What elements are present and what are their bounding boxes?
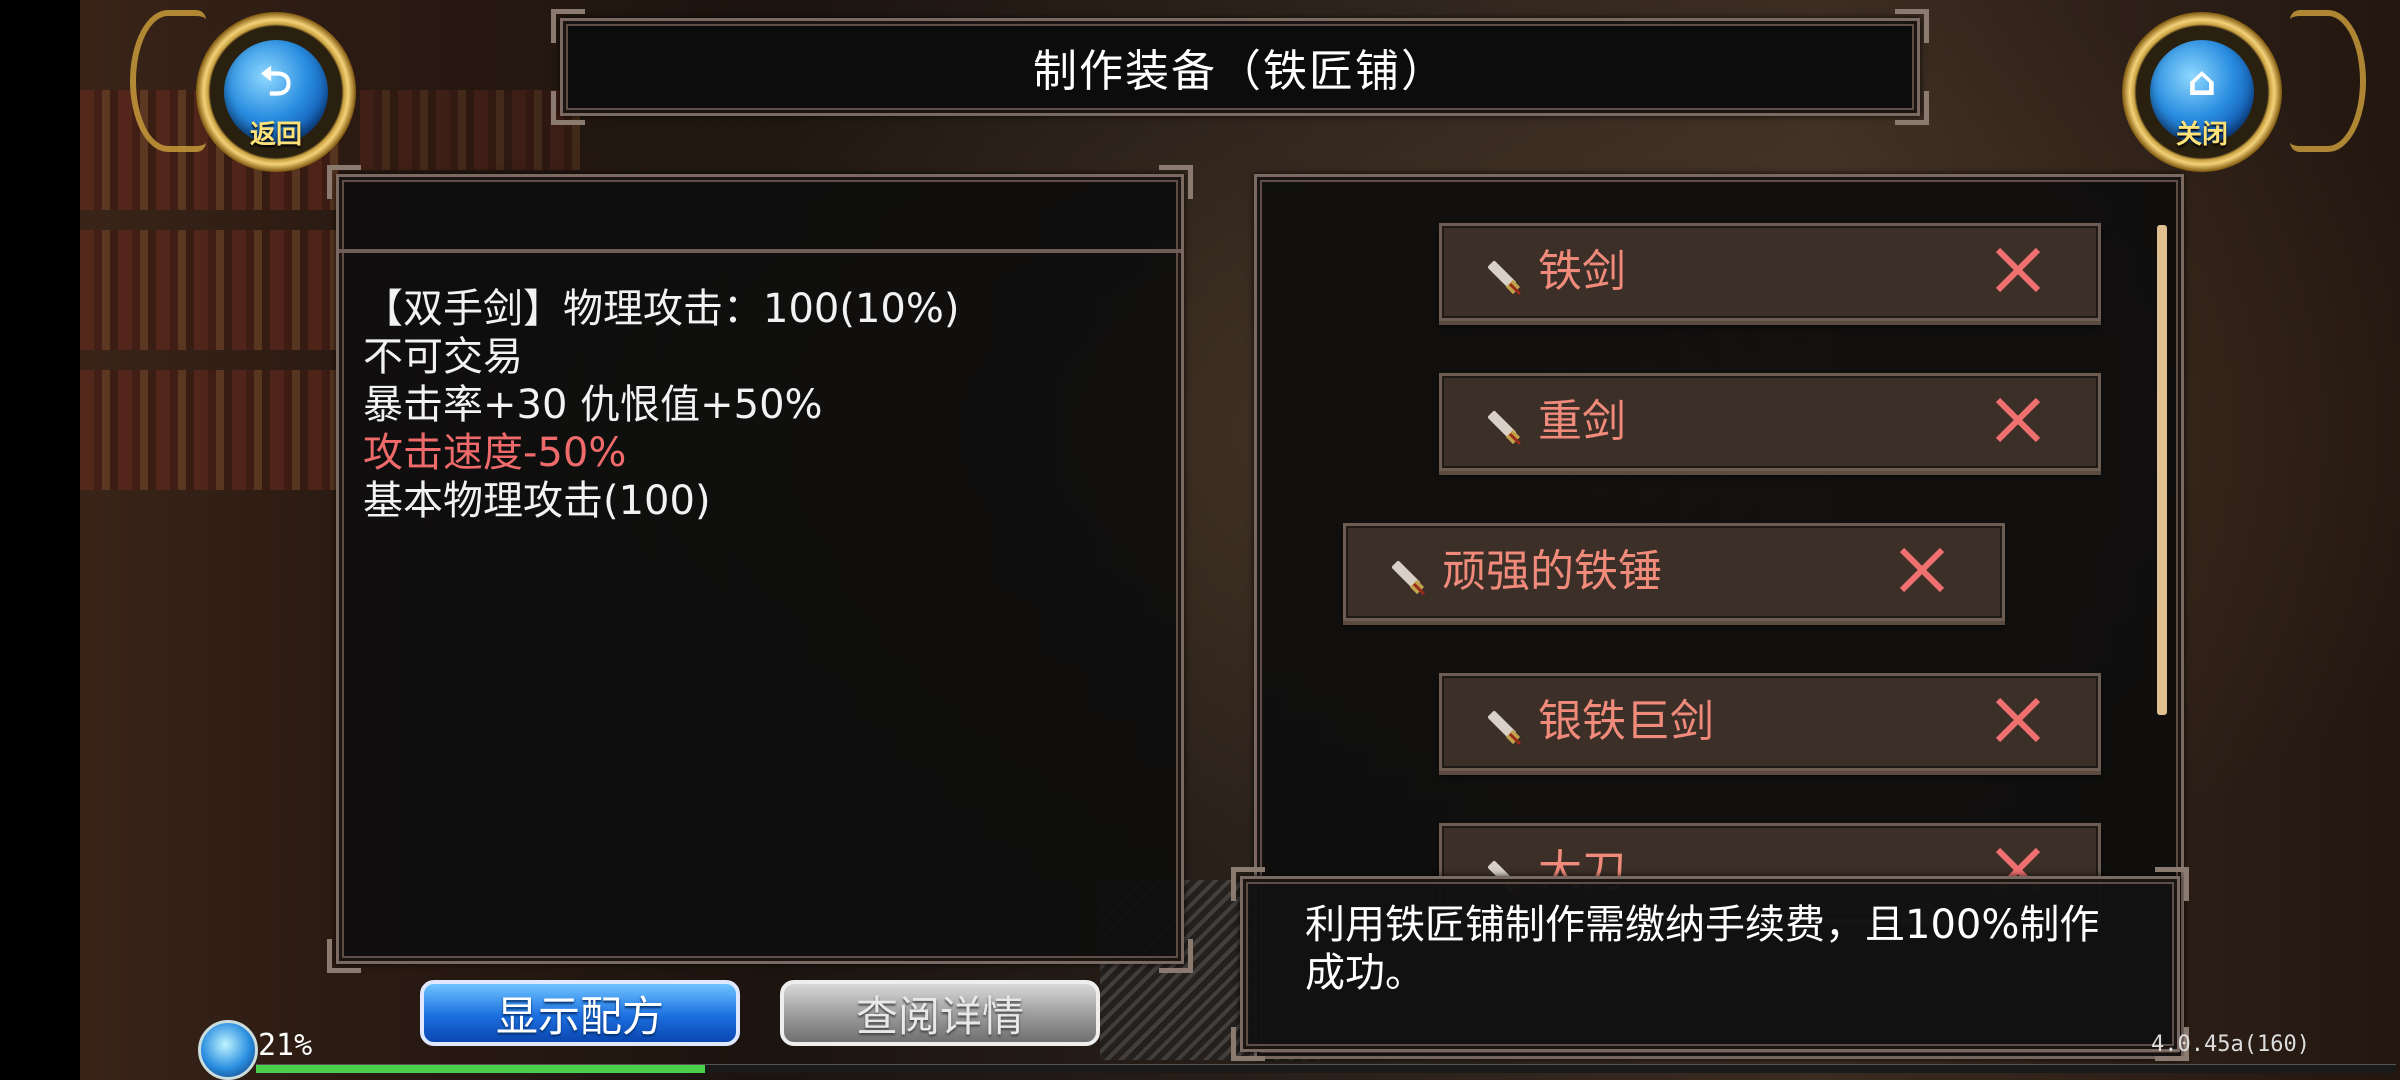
stat-line: 暴击率+30 仇恨值+50%	[363, 382, 823, 428]
close-x-icon[interactable]	[1990, 242, 2046, 298]
player-orb-icon[interactable]	[198, 1020, 258, 1080]
message-panel: 利用铁匠铺制作需缴纳手续费，且100%制作成功。	[1231, 867, 2189, 1061]
close-x-icon[interactable]	[1990, 692, 2046, 748]
sword-icon	[1487, 260, 1522, 296]
recipe-item-name: 重剑	[1538, 396, 1626, 447]
view-details-button[interactable]: 查阅详情	[780, 980, 1100, 1046]
stat-line: 【双手剑】物理攻击：100(10%)	[363, 286, 960, 332]
bookshelf	[80, 230, 340, 350]
item-info-panel: 【双手剑】物理攻击：100(10%) 不可交易 暴击率+30 仇恨值+50% 攻…	[327, 165, 1193, 973]
version-label: 4.0.45a(160)	[2151, 1032, 2310, 1057]
sword-icon	[1487, 710, 1522, 746]
ornament	[130, 10, 206, 152]
bookshelf	[80, 370, 340, 490]
recipe-item-name: 顽强的铁锤	[1442, 546, 1662, 597]
recipe-item-name: 铁剑	[1538, 246, 1626, 297]
title-bar: 制作装备（铁匠铺）	[551, 9, 1929, 125]
progress-percent: 21%	[258, 1028, 313, 1063]
stat-line: 不可交易	[363, 334, 523, 380]
exp-bar	[256, 1064, 2396, 1073]
scrollbar[interactable]	[2157, 225, 2167, 715]
recipe-item[interactable]: 重剑	[1439, 373, 2101, 471]
ornament	[2290, 10, 2366, 152]
return-arrow-icon: ⮌	[259, 59, 293, 105]
item-stats: 【双手剑】物理攻击：100(10%) 不可交易 暴击率+30 仇恨值+50% 攻…	[363, 285, 959, 525]
home-icon: ⌂	[2187, 59, 2217, 105]
bookshelf	[360, 90, 580, 170]
sword-icon	[1391, 560, 1426, 596]
recipe-item-name: 银铁巨剑	[1538, 696, 1714, 747]
recipe-item[interactable]: 银铁巨剑	[1439, 673, 2101, 771]
recipe-item-selected[interactable]: 顽强的铁锤	[1343, 523, 2005, 621]
message-text: 利用铁匠铺制作需缴纳手续费，且100%制作成功。	[1305, 902, 2100, 996]
show-recipe-button[interactable]: 显示配方	[420, 980, 740, 1046]
close-x-icon[interactable]	[1990, 392, 2046, 448]
stat-line-negative: 攻击速度-50%	[363, 430, 627, 476]
close-button-label: 关闭	[2175, 120, 2228, 150]
item-info-header	[339, 177, 1181, 253]
back-button-label: 返回	[249, 120, 302, 150]
recipe-item[interactable]: 铁剑	[1439, 223, 2101, 321]
stat-line: 基本物理攻击(100)	[363, 478, 711, 524]
page-title: 制作装备（铁匠铺）	[1033, 46, 1447, 97]
close-button[interactable]: ⌂ 关闭	[2122, 12, 2282, 172]
close-x-icon[interactable]	[1894, 542, 1950, 598]
back-button[interactable]: ⮌ 返回	[196, 12, 356, 172]
sword-icon	[1487, 410, 1522, 446]
exp-bar-fill	[256, 1065, 706, 1073]
